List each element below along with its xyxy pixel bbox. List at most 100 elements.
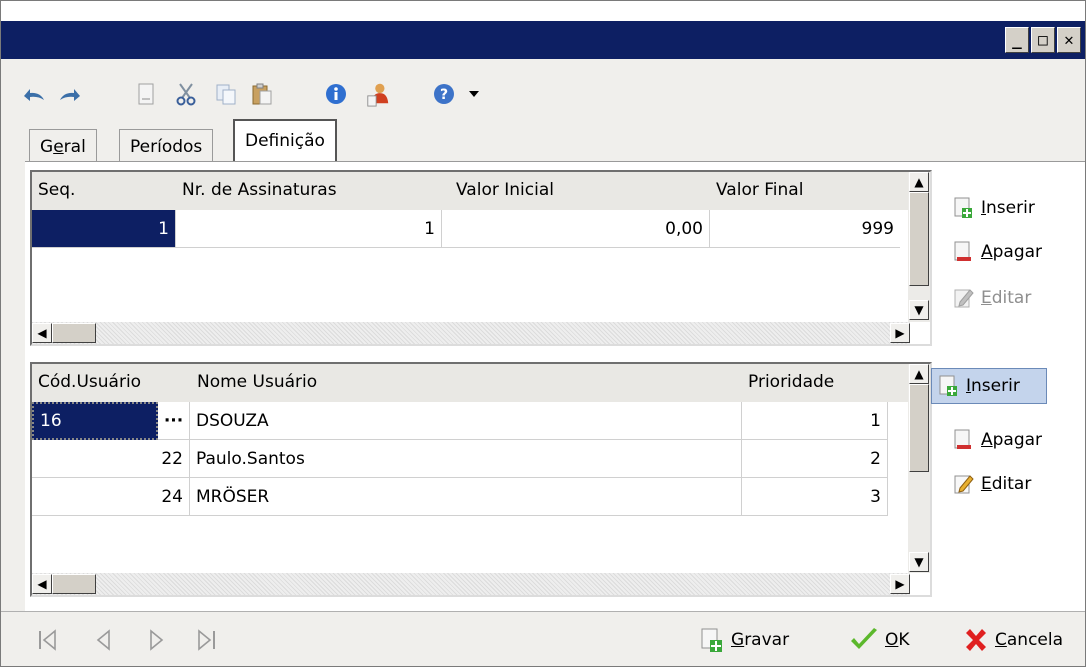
tab-label: Definição [245,131,325,151]
copy-icon[interactable] [213,81,239,107]
window-controls: _ □ ✕ [1003,27,1081,53]
tab-strip: Geral Períodos Definição [1,115,1085,163]
undo-icon[interactable] [21,81,47,107]
tab-label: Geral [40,137,86,157]
ranges-grid: Seq. Nr. de Assinaturas Valor Inicial Va… [30,170,932,346]
cancel-x-icon [966,629,986,651]
cell-nome-usuario[interactable]: Paulo.Santos [190,440,742,478]
cancela-button[interactable]: Cancela [963,624,1063,656]
scroll-down-icon[interactable]: ▼ [909,300,929,320]
edit-icon [954,289,974,308]
user-icon[interactable] [365,81,391,107]
scroll-thumb[interactable] [52,323,96,343]
scroll-left-icon[interactable]: ◀ [32,323,52,343]
cell-prioridade[interactable]: 3 [742,478,888,516]
ok-button[interactable]: OK [849,624,910,656]
last-record-icon[interactable] [195,628,217,652]
redo-icon[interactable] [57,81,83,107]
horizontal-scrollbar[interactable]: ◀ ▶ [32,322,910,344]
cell-seq[interactable]: 1 [32,210,176,248]
inserir-button[interactable]: Inserir [931,368,1047,404]
cell-valor-final[interactable]: 999 [710,210,900,248]
editar-button[interactable]: Editar [953,466,1031,502]
grid-header: Cód.Usuário Nome Usuário Prioridade [32,364,930,402]
first-record-icon[interactable] [37,628,59,652]
scroll-up-icon[interactable]: ▲ [909,172,929,192]
new-document-icon[interactable] [133,81,159,107]
column-header[interactable]: Nr. de Assinaturas [182,180,337,200]
gravar-button[interactable]: Gravar [699,624,789,656]
apagar-button[interactable]: Apagar [953,422,1042,458]
cell-nome-usuario[interactable]: MRÖSER [190,478,742,516]
delete-icon [954,429,971,449]
column-header[interactable]: Nome Usuário [197,372,317,392]
paste-icon[interactable] [249,81,275,107]
toolbar: ? [1,59,1085,115]
tab-periodos[interactable]: Períodos [119,129,214,163]
tab-geral[interactable]: Geral [29,129,97,163]
previous-record-icon[interactable] [93,628,115,652]
cell-assinaturas[interactable]: 1 [176,210,442,248]
scroll-down-icon[interactable]: ▼ [909,552,929,572]
apagar-button[interactable]: Apagar [953,234,1042,270]
dropdown-arrow-icon[interactable] [467,81,481,107]
column-header[interactable]: Prioridade [748,372,834,392]
vertical-scrollbar[interactable]: ▲ ▼ [908,172,930,322]
column-header[interactable]: Seq. [38,180,75,200]
ok-label: OK [885,630,910,650]
cell-cod-usuario[interactable]: 24 [32,478,190,516]
editar-label: Editar [981,288,1032,308]
insert-icon [939,375,957,396]
cell-cod-usuario[interactable]: 22 [32,440,190,478]
apagar-label: Apagar [981,430,1043,450]
cell-cod-usuario[interactable]: 16 [32,402,158,440]
next-record-icon[interactable] [145,628,167,652]
minimize-button[interactable]: _ [1005,27,1029,53]
cancela-label: Cancela [995,630,1064,650]
cell-nome-usuario[interactable]: DSOUZA [190,402,742,440]
scroll-thumb[interactable] [52,574,96,594]
maximize-button[interactable]: □ [1031,27,1055,53]
inserir-label: Inserir [981,198,1035,218]
scroll-right-icon[interactable]: ▶ [890,574,910,594]
users-grid: Cód.Usuário Nome Usuário Prioridade 16 ·… [30,362,932,597]
inserir-label: Inserir [966,376,1020,396]
info-icon[interactable] [323,81,349,107]
scroll-up-icon[interactable]: ▲ [909,364,929,384]
window: _ □ ✕ ? Geral Períodos Definição Seq. Nr… [0,0,1086,667]
title-bar: _ □ ✕ [1,21,1085,59]
cell-prioridade[interactable]: 1 [742,402,888,440]
ellipsis-button[interactable]: ··· [158,402,190,440]
column-header[interactable]: Valor Inicial [456,180,554,200]
close-button[interactable]: ✕ [1057,27,1081,53]
insert-icon [954,197,972,218]
edit-icon [954,475,974,494]
editar-label: Editar [981,474,1032,494]
top-strip [1,1,1085,21]
checkmark-icon [851,628,877,649]
horizontal-scrollbar[interactable]: ◀ ▶ [32,573,910,595]
scroll-right-icon[interactable]: ▶ [890,323,910,343]
tab-panel: Seq. Nr. de Assinaturas Valor Inicial Va… [25,161,1085,612]
grid-header: Seq. Nr. de Assinaturas Valor Inicial Va… [32,172,930,210]
inserir-button[interactable]: Inserir [953,190,1035,226]
save-icon [701,628,722,652]
gravar-label: Gravar [731,630,790,650]
tab-label: Períodos [130,137,203,157]
column-header[interactable]: Cód.Usuário [38,372,141,392]
cell-prioridade[interactable]: 2 [742,440,888,478]
cut-icon[interactable] [173,81,199,107]
scroll-thumb[interactable] [909,192,929,286]
editar-button[interactable]: Editar [953,280,1031,316]
tab-definicao[interactable]: Definição [233,119,337,163]
column-header[interactable]: Valor Final [716,180,803,200]
help-icon[interactable]: ? [431,81,457,107]
bottom-bar: Gravar OK Cancela [1,611,1085,666]
delete-icon [954,241,971,261]
vertical-scrollbar[interactable]: ▲ ▼ [908,364,930,573]
svg-text:?: ? [440,87,448,103]
cell-valor-inicial[interactable]: 0,00 [442,210,710,248]
apagar-label: Apagar [981,242,1043,262]
scroll-thumb[interactable] [909,384,929,472]
scroll-left-icon[interactable]: ◀ [32,574,52,594]
